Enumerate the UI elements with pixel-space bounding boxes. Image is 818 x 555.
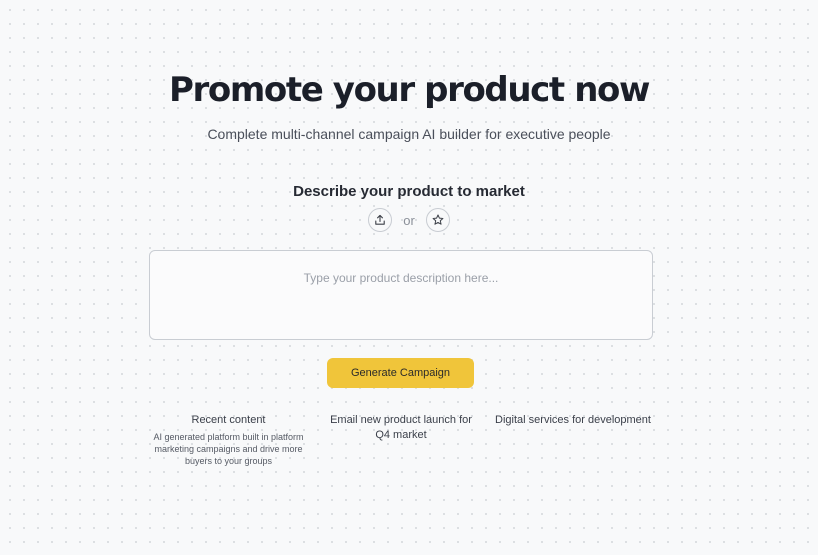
generate-campaign-button[interactable]: Generate Campaign [327, 358, 474, 388]
favorite-button[interactable] [425, 208, 450, 232]
suggestion-email-launch[interactable]: Email new product launch for Q4 market [324, 413, 478, 443]
describe-heading: Describe your product to market [293, 183, 525, 200]
product-description-input[interactable] [149, 250, 653, 340]
upload-button[interactable] [368, 208, 393, 232]
suggestion-digital-services[interactable]: Digital services for development [488, 413, 658, 428]
page-title: Promote your product now [169, 70, 650, 110]
or-label: or [403, 212, 415, 228]
suggestion-title: Email new product launch for Q4 market [330, 414, 472, 441]
suggestion-title: Recent content [191, 414, 266, 426]
input-method-row: or [0, 208, 818, 232]
suggestion-title: Digital services for development [495, 414, 651, 426]
page-subtitle: Complete multi-channel campaign AI build… [207, 126, 611, 142]
suggestion-description: AI generated platform built in platform … [153, 432, 304, 466]
suggestion-recent-content[interactable]: Recent content AI generated platform bui… [152, 413, 305, 467]
upload-icon [375, 214, 385, 225]
star-icon [432, 214, 444, 225]
